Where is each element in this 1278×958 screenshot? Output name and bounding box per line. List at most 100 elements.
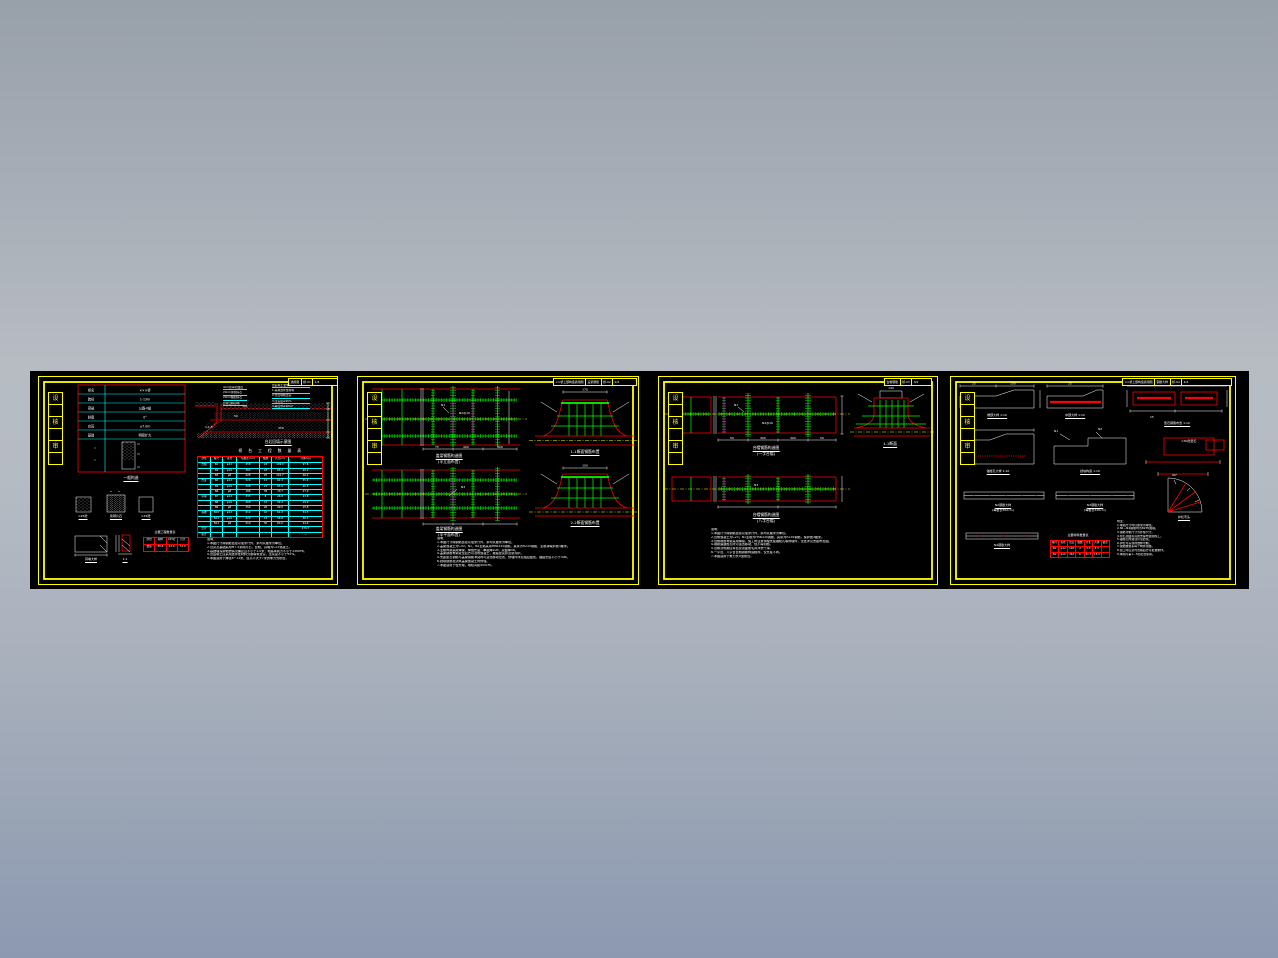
- stamp-cell: 核: [669, 417, 682, 429]
- sheet3-notes: 说明： 1.本图尺寸除钢筋直径以毫米计外，余均以厘米为单位。 2.台帽混凝土为C25…: [711, 528, 926, 559]
- title-bar-segment: 2/4: [614, 380, 620, 384]
- legend-line: 20cm级配碎石: [223, 396, 247, 401]
- abutment-cap-elevation-2: N3: [664, 474, 850, 509]
- note-line: 7.本图适用于重力式U型桥台。: [711, 555, 754, 559]
- stamp-cell: 设: [368, 393, 381, 405]
- svg-text:25: 25: [972, 382, 976, 386]
- stamp-cell: 核: [49, 417, 62, 429]
- svg-text:N1: N1: [441, 403, 445, 407]
- svg-text:N1: N1: [1054, 429, 1058, 433]
- capbeam-halfplan: N3: [365, 467, 527, 526]
- section2-caption: 2-2断面钢筋布置: [570, 520, 600, 528]
- svg-text:N3: N3: [461, 485, 465, 489]
- svg-text:100: 100: [1010, 382, 1016, 386]
- svg-text:300: 300: [790, 436, 796, 440]
- stamp-cell: 设: [49, 393, 62, 405]
- svg-text:N3: N3: [754, 483, 758, 487]
- section-small-caption: 1-1: [122, 557, 128, 564]
- table-body: N1 φ12 126 4 5.0 4.5 N2 φ10 362 6 21.7 13.4: [1051, 547, 1109, 557]
- svg-text:跨径: 跨径: [88, 397, 95, 402]
- stamp-cell: 审: [368, 441, 381, 453]
- stamp-cell: [368, 405, 381, 417]
- title-bar-segment: 桥-02: [602, 379, 614, 385]
- abutment-cap-elevation-1: 50 300 300 50 N1 N2@10: [664, 393, 850, 442]
- d5-caption: 挡块构造 1:10: [1080, 469, 1100, 476]
- svg-text:90°: 90°: [1172, 473, 1178, 477]
- capbeam-elevation-plan: 75 400 400 N1 N2@10: [365, 386, 527, 451]
- general-layout-table: 桥名 ×××桥 跨径 1-13m 荷载 公路-Ⅱ级 斜度 0° 台高 ≤7.0m…: [77, 384, 186, 473]
- table-body: 台帽 N1 φ12 458 24 109.9 97.6 N2 φ10 362 18 65.…: [198, 463, 322, 538]
- drawing-sheet-4: 25 100 25 15 N1 N2 90° ××桥上部构造通用图 钢筋大样 桥…: [950, 376, 1236, 585]
- d2-caption: 中部大样 1:10: [1065, 413, 1085, 420]
- drawing-sheet-1: 桥名 ×××桥 跨径 1-13m 荷载 公路-Ⅱ级 斜度 0° 台高 ≤7.0m…: [38, 376, 338, 585]
- d10-caption: N4钢筋大样: [993, 543, 1011, 550]
- table-header-row: 部位 砌体 C25砼 合计: [144, 538, 188, 545]
- svg-text:75: 75: [435, 445, 439, 449]
- bearing-pad-rebar-detail: 15: [1126, 385, 1228, 419]
- sheet4-notes: 附注： 1.本图尺寸均以厘米为单位。 2.N1~N4钢筋均为R235圆钢。 3.钢筋弯…: [1117, 520, 1225, 556]
- sheet2-approval-stamps: 设核审: [367, 392, 382, 465]
- svg-text:公路-Ⅱ级: 公路-Ⅱ级: [139, 406, 152, 411]
- svg-text:1:1.5: 1:1.5: [205, 425, 213, 429]
- d4-caption: 锚栓孔大样 1:10: [986, 469, 1010, 476]
- svg-text:1-13m: 1-13m: [140, 398, 150, 402]
- cap-cross-section: 140: [850, 386, 934, 437]
- title-bar-segment: ××桥上部构造通用图: [554, 379, 586, 385]
- pier-cap-section-2: 150: [529, 464, 639, 517]
- beam1-caption: 台帽钢筋构造图 (一字台帽): [752, 445, 780, 457]
- tableA-caption: 一般构造: [123, 475, 139, 483]
- stamp-cell: [961, 429, 974, 441]
- material-sample-squares: [75, 491, 154, 513]
- section1-caption: 1-1断面钢筋布置: [570, 449, 600, 457]
- note-line: 7.本图适用于柱式墩，墩柱间距400cm。: [437, 564, 494, 568]
- rebar-n2-bar: [963, 491, 1045, 500]
- svg-text:N1: N1: [734, 403, 738, 407]
- stamp-cell: [368, 453, 381, 464]
- stamp-cell: [961, 453, 974, 464]
- stamp-cell: 审: [49, 441, 62, 453]
- svg-text:斜度: 斜度: [88, 415, 95, 420]
- stamp-cell: [49, 453, 62, 464]
- svg-text:350: 350: [278, 426, 284, 430]
- sheet1-approval-stamps: 设核审: [48, 392, 63, 465]
- title-bar-segment: 桥-03: [901, 379, 913, 385]
- rebar-n4-bar: [965, 532, 1039, 540]
- legend-line: 4.每层厚≤20cm: [272, 405, 310, 410]
- material-table-title: 主要材料数量表: [1067, 533, 1089, 537]
- sheet4-title-bar: ××桥上部构造通用图 钢筋大样 桥-04 4/4: [1122, 378, 1232, 386]
- square1-caption: C25砼: [78, 514, 88, 521]
- sheet2-title-bar: ××桥上部构造通用图 盖梁钢筋 桥-02 2/4: [553, 378, 637, 386]
- cap-section-caption: 1-1断面: [883, 441, 897, 449]
- cad-canvas[interactable]: 桥名 ×××桥 跨径 1-13m 荷载 公路-Ⅱ级 斜度 0° 台高 ≤7.0m…: [30, 371, 1249, 589]
- svg-text:150: 150: [582, 464, 588, 468]
- stamp-cell: [961, 405, 974, 417]
- stamp-cell: [669, 429, 682, 441]
- svg-text:140: 140: [888, 386, 894, 390]
- svg-text:400: 400: [463, 445, 469, 449]
- quantity-table-title: 桥 台 工 程 数 量 表: [238, 448, 304, 453]
- d8-caption: N3钢筋大样 (每根长226cm): [1084, 503, 1106, 513]
- svg-text:50: 50: [234, 414, 238, 418]
- square3-caption: C15砼: [141, 514, 151, 521]
- svg-text:25: 25: [1068, 382, 1072, 386]
- embankment-section-drawing: 4% 1:1.5 50 350: [195, 402, 333, 439]
- title-bar-segment: 3/4: [913, 380, 919, 384]
- stamp-cell: [368, 429, 381, 441]
- svg-text:N2@10: N2@10: [459, 411, 470, 415]
- mini-table-title: 主要工程数量表: [154, 530, 176, 534]
- legend-line: 台背回填砂砾: [223, 402, 247, 407]
- sheet3-approval-stamps: 设核审: [668, 392, 683, 465]
- steel-quantity-table: 部位 编号 直径 每根长(cm) 根数 共长(m) 共重(kg) 台帽 N1 φ1…: [197, 456, 323, 538]
- svg-text:N2@10: N2@10: [762, 421, 773, 425]
- plan1-caption: 盖梁钢筋构造图 (半立面布置): [435, 453, 463, 465]
- svg-text:桥名: 桥名: [88, 388, 94, 393]
- legend-line: 1.采用透水性材料: [272, 389, 310, 394]
- embankment-caption: 台后回填示意图: [264, 439, 292, 447]
- sheet4-approval-stamps: 设核审: [960, 392, 975, 465]
- backfill-legend: 台后填土要求： 1.采用透水性材料 2.分层填筑压实 3.压实度≥95% 4.每层厚≤2…: [272, 384, 310, 410]
- sheet1-notes: 说明： 1.本图尺寸除钢筋直径以毫米计外，余均以厘米为单位。 2.台身及基础采用M7…: [207, 538, 319, 561]
- beam-caption: 耳墙大样: [84, 557, 98, 564]
- middle-detail: 25: [1046, 382, 1104, 409]
- d3-caption: 垫石钢筋布置 1:10: [1164, 421, 1190, 428]
- title-bar-segment: 台帽钢筋: [885, 379, 901, 385]
